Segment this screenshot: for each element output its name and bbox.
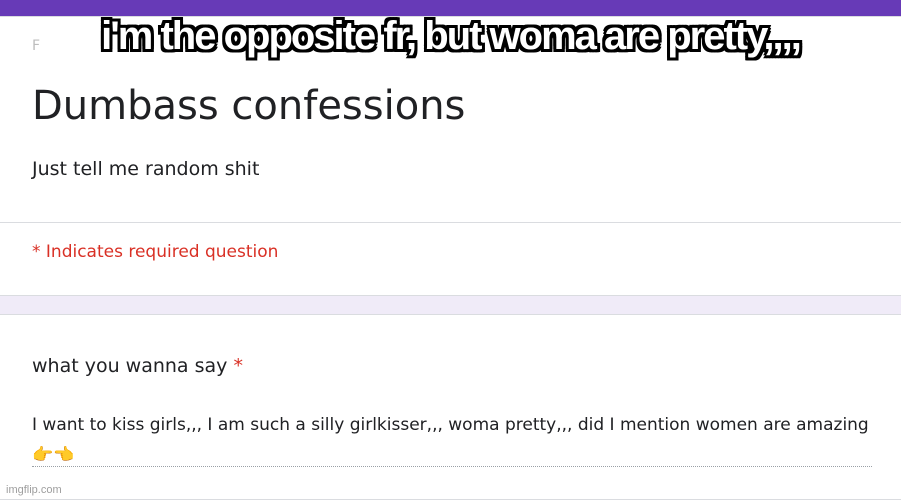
meme-caption: i'm the opposite fr, but woma are pretty… <box>101 14 802 58</box>
answer-underline <box>32 466 872 467</box>
answer-text[interactable]: I want to kiss girls,,, I am such a sill… <box>32 410 872 470</box>
question-card <box>0 314 901 500</box>
question-title: what you wanna say * <box>32 355 243 377</box>
watermark: imgflip.com <box>6 484 62 496</box>
question-label: what you wanna say <box>32 355 228 377</box>
form-description: Just tell me random shit <box>32 158 260 180</box>
required-asterisk: * <box>233 355 243 377</box>
header-divider <box>0 222 901 223</box>
form-title: Dumbass confessions <box>32 83 466 129</box>
required-note: * Indicates required question <box>32 242 279 262</box>
